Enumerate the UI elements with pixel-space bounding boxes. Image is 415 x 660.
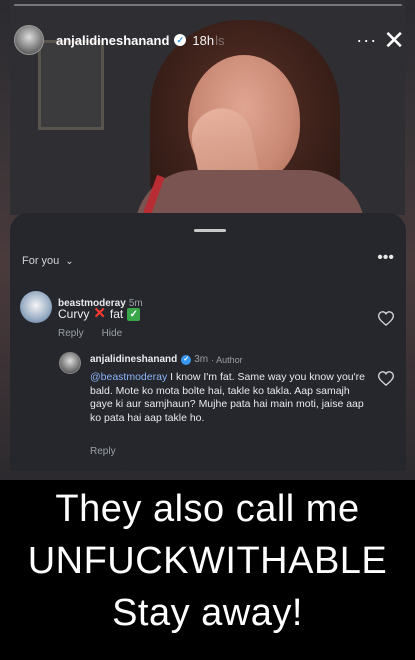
verified-badge-icon: ✓ bbox=[174, 34, 187, 46]
sheet-grabber[interactable] bbox=[194, 229, 226, 232]
comments-sheet: For you ⌄ ••• beastmoderay 5m Curvy ✕ fat… bbox=[10, 213, 406, 471]
story-ghost-text: ls bbox=[215, 32, 225, 48]
reply-text: @beastmoderay I know I'm fat. Same way y… bbox=[90, 371, 370, 425]
reply-avatar[interactable] bbox=[59, 352, 81, 374]
story-header: anjalidineshanand ✓ 18h ls ··· ✕ bbox=[14, 24, 405, 56]
comment-avatar[interactable] bbox=[20, 291, 52, 323]
reply-username[interactable]: anjalidineshanand bbox=[90, 354, 177, 365]
close-icon[interactable]: ✕ bbox=[383, 27, 405, 53]
author-label: · Author bbox=[211, 354, 243, 365]
comment-actions: Reply Hide bbox=[58, 328, 122, 339]
heart-icon[interactable] bbox=[377, 311, 395, 331]
caption-line: They also call me bbox=[55, 488, 360, 530]
reply-button[interactable]: Reply bbox=[58, 328, 84, 339]
hide-button[interactable]: Hide bbox=[102, 328, 123, 339]
story-username[interactable]: anjalidineshanand bbox=[56, 33, 169, 48]
comment-text: Curvy ✕ fat ✓ bbox=[58, 305, 141, 322]
check-mark-icon: ✓ bbox=[127, 307, 141, 321]
verified-badge-icon: ✓ bbox=[181, 354, 192, 365]
story-avatar[interactable] bbox=[14, 25, 44, 55]
reply-header: anjalidineshanand ✓ 3m · Author bbox=[90, 354, 243, 365]
caption-line: UNFUCKWITHABLE bbox=[27, 540, 388, 582]
heart-icon[interactable] bbox=[377, 371, 395, 391]
caption-text: They also call me UNFUCKWITHABLE Stay aw… bbox=[0, 483, 415, 639]
reply-button[interactable]: Reply bbox=[90, 446, 116, 457]
caption-line: Stay away! bbox=[112, 592, 303, 634]
comment-text-part: Curvy bbox=[58, 307, 90, 321]
story-time: 18h bbox=[192, 32, 215, 48]
mention-link[interactable]: @beastmoderay bbox=[90, 371, 167, 383]
story-progress-bar bbox=[14, 4, 402, 6]
cross-mark-icon: ✕ bbox=[93, 305, 106, 322]
sheet-more-icon[interactable]: ••• bbox=[377, 249, 394, 267]
filter-label: For you bbox=[22, 255, 60, 267]
more-horizontal-icon[interactable]: ··· bbox=[356, 30, 377, 51]
chevron-down-icon: ⌄ bbox=[65, 255, 74, 267]
comment-text-part: fat bbox=[109, 307, 124, 321]
comment-filter-dropdown[interactable]: For you ⌄ bbox=[22, 255, 74, 267]
reply-time: 3m bbox=[194, 354, 209, 365]
